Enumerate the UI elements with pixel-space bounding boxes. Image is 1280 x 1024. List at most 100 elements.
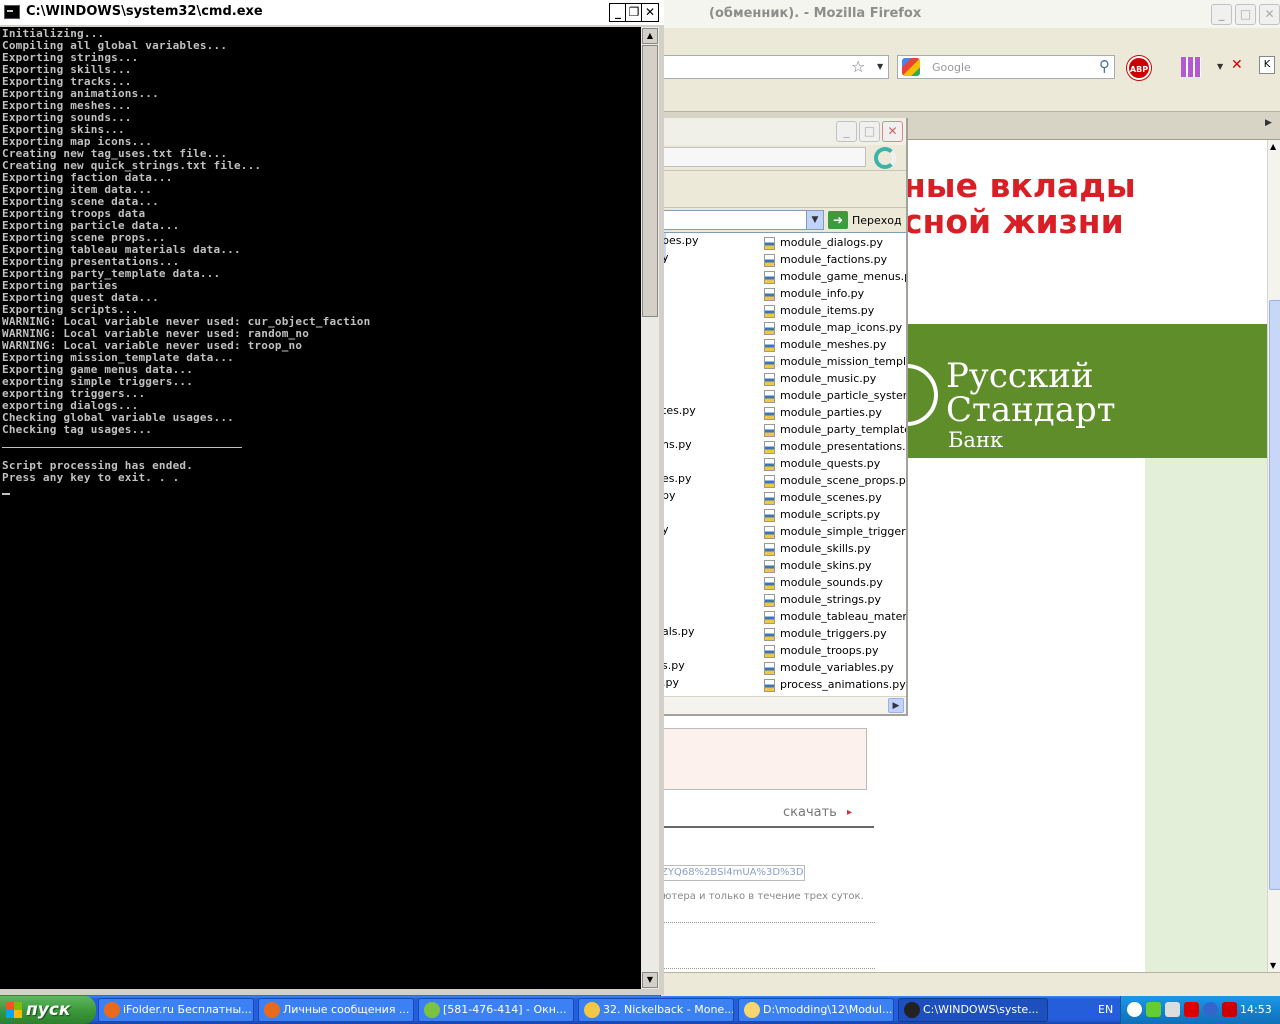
firefox-titlebar[interactable]: (обменник). - Mozilla Firefox _ □ ✕	[661, 0, 1280, 28]
taskbar-button[interactable]: [581-476-414] - Окн...	[418, 998, 574, 1022]
python-file-icon	[764, 389, 775, 403]
python-file-icon	[764, 508, 775, 522]
tray-expand-icon[interactable]	[1127, 1002, 1142, 1017]
tray-power-icon[interactable]	[1203, 1002, 1218, 1017]
file-item[interactable]: module_troops.py	[764, 642, 906, 659]
file-item-truncated[interactable]: tes.py	[662, 404, 696, 417]
scroll-down-icon[interactable]: ▼	[642, 972, 658, 988]
scroll-up-icon[interactable]: ▲	[642, 28, 658, 44]
language-indicator[interactable]: EN	[1098, 1003, 1113, 1016]
file-item[interactable]: module_parties.py	[764, 404, 906, 421]
chevron-down-icon[interactable]: ▼	[806, 211, 823, 229]
file-item[interactable]: module_map_icons.py	[764, 319, 906, 336]
url-history-dropdown-icon[interactable]: ▼	[877, 62, 883, 71]
google-engine-icon[interactable]	[902, 58, 920, 76]
console-icon[interactable]	[4, 5, 20, 19]
minimize-icon[interactable]: _	[1211, 4, 1232, 25]
file-link-field[interactable]: ZYQ68%2BSl4mUA%3D%3D	[661, 865, 805, 881]
file-item[interactable]: module_factions.py	[764, 251, 906, 268]
tray-network-icon[interactable]	[1146, 1002, 1161, 1017]
scrollbar-thumb[interactable]	[1269, 300, 1280, 890]
file-item[interactable]: module_tableau_materials.py	[764, 608, 906, 625]
file-item-truncated[interactable]: s.py	[662, 659, 685, 672]
file-item[interactable]: module_scenes.py	[764, 489, 906, 506]
ad-headline-line1[interactable]: ные вклады	[903, 166, 1136, 205]
file-item[interactable]: module_skins.py	[764, 557, 906, 574]
taskbar-button[interactable]: Личные сообщения ...	[258, 998, 414, 1022]
ad-headline-line2[interactable]: сной жизни	[903, 202, 1124, 241]
file-item[interactable]: module_dialogs.py	[764, 234, 906, 251]
file-item[interactable]: module_strings.py	[764, 591, 906, 608]
file-item[interactable]: module_meshes.py	[764, 336, 906, 353]
file-item[interactable]: module_scripts.py	[764, 506, 906, 523]
taskbar-button[interactable]: D:\modding\12\Modul...	[738, 998, 894, 1022]
file-item-truncated[interactable]: py	[662, 489, 676, 502]
maximize-icon[interactable]: □	[1235, 4, 1256, 25]
file-name: module_mission_templates.py	[780, 355, 906, 368]
close-icon[interactable]: ✕	[1259, 4, 1280, 25]
file-item[interactable]: module_info.py	[764, 285, 906, 302]
console-cursor	[2, 493, 10, 495]
file-name: module_items.py	[780, 304, 875, 317]
search-bar[interactable]: Google ⚲	[897, 55, 1115, 79]
scrollbar-thumb[interactable]	[642, 45, 658, 317]
file-item[interactable]: module_sounds.py	[764, 574, 906, 591]
taskbar-button[interactable]: 32. Nickelback - Mone...	[578, 998, 734, 1022]
explorer-titlebar[interactable]: _ □ ✕	[660, 118, 906, 145]
file-item[interactable]: module_variables.py	[764, 659, 906, 676]
firefox-vertical-scrollbar[interactable]: ▲ ▼	[1267, 140, 1280, 972]
file-item[interactable]: module_party_templates.py	[764, 421, 906, 438]
taskbar-button[interactable]: C:\WINDOWS\syste...	[898, 998, 1048, 1022]
file-item-truncated[interactable]: pes.py	[662, 234, 698, 247]
go-arrow-icon[interactable]: ➜	[828, 211, 848, 229]
file-item[interactable]: process_animations.py	[764, 676, 906, 693]
tray-kaspersky-icon[interactable]	[1222, 1002, 1237, 1017]
close-icon[interactable]: ✕	[641, 3, 659, 22]
taskbar-button[interactable]: iFolder.ru Бесплатны...	[98, 998, 254, 1022]
minimize-icon[interactable]: _	[836, 121, 857, 142]
file-item[interactable]: module_items.py	[764, 302, 906, 319]
cmd-vertical-scrollbar[interactable]: ▲ ▼	[641, 27, 659, 989]
file-name: module_quests.py	[780, 457, 881, 470]
adblock-plus-icon[interactable]: ABP	[1127, 56, 1151, 80]
file-item-truncated[interactable]: .py	[662, 676, 679, 689]
explorer-links-field[interactable]	[660, 147, 866, 167]
tab-scroll-right-icon[interactable]: ▶	[1265, 118, 1272, 128]
maximize-icon[interactable]: □	[859, 121, 880, 142]
search-icon[interactable]: ⚲	[1099, 57, 1110, 75]
file-item-truncated[interactable]: ns.py	[662, 438, 692, 451]
toolbar-k-icon[interactable]: K	[1259, 56, 1275, 74]
close-icon[interactable]: ✕	[882, 121, 903, 142]
file-item[interactable]: module_presentations.py	[764, 438, 906, 455]
tray-ati-icon[interactable]	[1184, 1002, 1199, 1017]
explorer-horizontal-scrollbar[interactable]: ▶	[660, 696, 906, 714]
scroll-right-icon[interactable]: ▶	[888, 698, 904, 713]
file-item[interactable]: module_skills.py	[764, 540, 906, 557]
file-item[interactable]: module_particle_systems.py	[764, 387, 906, 404]
scroll-down-icon[interactable]: ▼	[1270, 961, 1276, 970]
file-item[interactable]: module_triggers.py	[764, 625, 906, 642]
file-item[interactable]: module_game_menus.py	[764, 268, 906, 285]
start-button[interactable]: пуск	[0, 996, 96, 1024]
bookmark-star-icon[interactable]: ☆	[851, 57, 865, 76]
file-item[interactable]: module_quests.py	[764, 455, 906, 472]
addon-dropdown-icon[interactable]: ▼	[1217, 62, 1223, 71]
tray-monitor-icon[interactable]	[1165, 1002, 1180, 1017]
go-button[interactable]: Переход	[852, 214, 902, 227]
file-item[interactable]: module_music.py	[764, 370, 906, 387]
file-item-truncated[interactable]: es.py	[662, 472, 692, 485]
address-combo[interactable]: ▼	[660, 210, 824, 230]
addon-grid-icon[interactable]	[1181, 57, 1201, 77]
url-bar[interactable]: ☆ ▼	[661, 55, 889, 79]
kaspersky-icon[interactable]: ✕	[1231, 57, 1243, 73]
bank-banner[interactable]: Русский Стандарт Банк	[904, 324, 1267, 458]
cmd-titlebar[interactable]: C:\WINDOWS\system32\cmd.exe _ ❐ ✕	[0, 0, 664, 26]
file-item[interactable]: module_mission_templates.py	[764, 353, 906, 370]
file-name: module_triggers.py	[780, 627, 887, 640]
file-item-truncated[interactable]: als.py	[662, 625, 695, 638]
file-item[interactable]: module_scene_props.py	[764, 472, 906, 489]
download-link[interactable]: скачать	[783, 805, 837, 820]
console-output[interactable]: Initializing... Compiling all global vari…	[0, 27, 641, 989]
scroll-up-icon[interactable]: ▲	[1270, 142, 1276, 151]
file-item[interactable]: module_simple_triggers.py	[764, 523, 906, 540]
